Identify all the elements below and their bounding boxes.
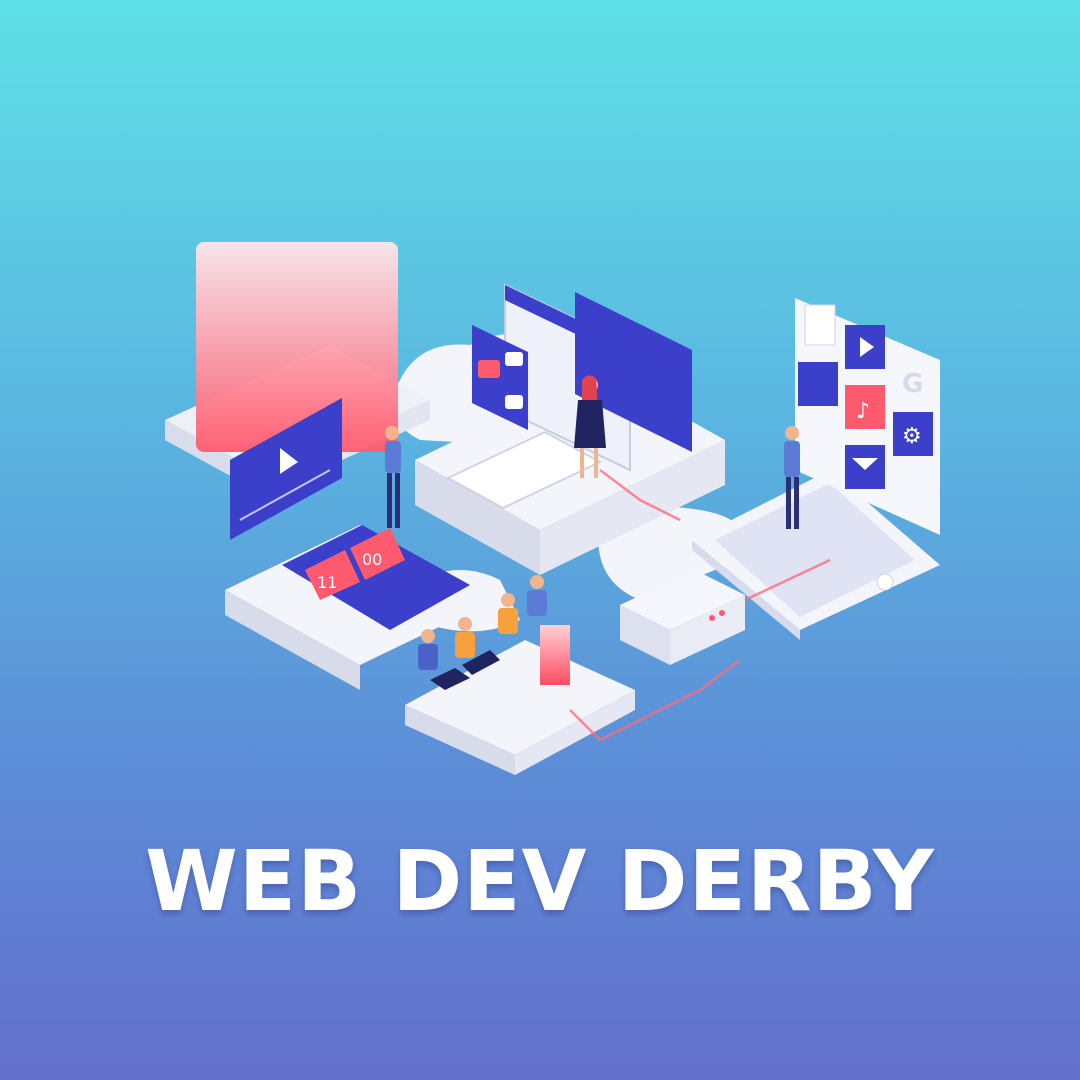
glowing-block: [540, 625, 570, 685]
wifi-icon: [798, 362, 838, 406]
timer-platform: 11 00: [225, 525, 495, 690]
timer-minutes: 00: [362, 550, 382, 569]
svg-text:♪: ♪: [856, 399, 870, 424]
poster: G ♪ ⚙ 11 00 WEB DEV DERBY: [0, 0, 1080, 1080]
chat-bubble-icon: [478, 360, 500, 378]
cart-icon: [804, 304, 836, 346]
poster-title: WEB DEV DERBY: [145, 832, 935, 930]
svg-text:⚙: ⚙: [902, 424, 922, 449]
glowing-panel: [196, 242, 398, 452]
google-g-icon: G: [902, 369, 923, 399]
team-platform: [405, 625, 635, 775]
timer-hours: 11: [317, 573, 337, 592]
